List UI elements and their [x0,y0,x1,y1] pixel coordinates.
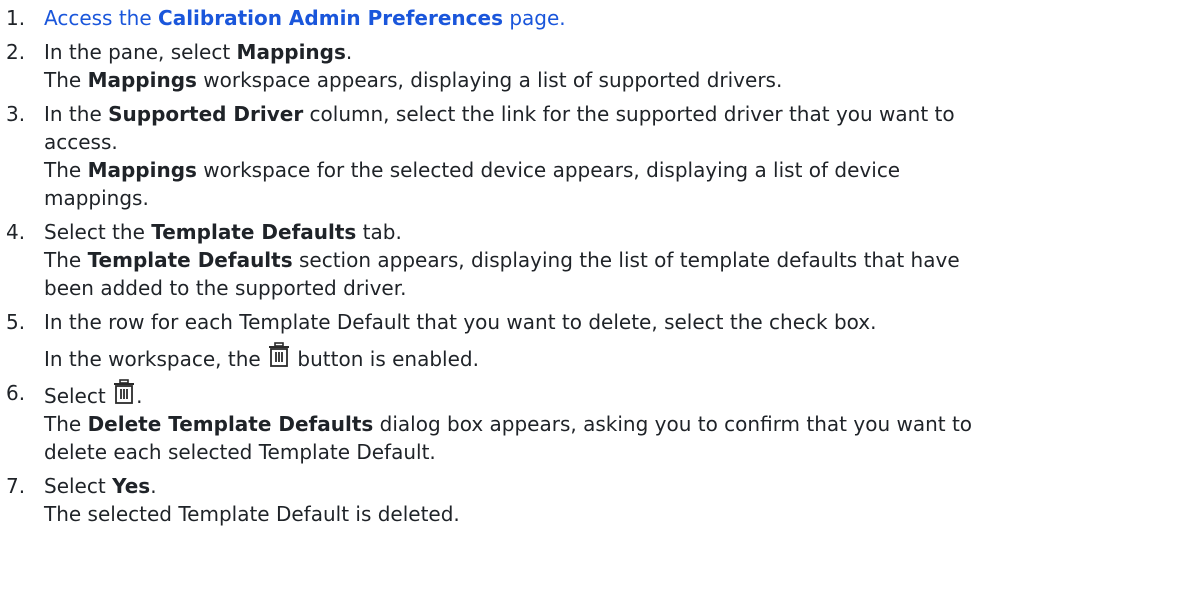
result-text: workspace for the selected device appear… [196,158,901,182]
step-result: The Template Defaults section appears, d… [44,246,1177,274]
step-action: Select . [44,379,1177,410]
result-text: The [44,248,88,272]
ui-term: Mappings [87,158,197,182]
step-result: The selected Template Default is deleted… [44,502,460,526]
step-text: Select [44,384,113,408]
step-action: Select Yes. [44,472,1177,500]
result-text: button is enabled. [291,347,479,371]
step-text: . [345,40,353,64]
step-result: In the workspace, the button is enabled. [44,342,1177,373]
ui-term: Mappings [87,68,197,92]
ui-term: Template Defaults [151,220,357,244]
result-text: workspace appears, displaying a list of … [196,68,783,92]
result-text: The [44,158,88,182]
calibration-admin-preferences-link[interactable]: Access the Calibration Admin Preferences… [44,6,566,30]
step-result-cont: delete each selected Template Default. [44,440,436,464]
step-result: The Delete Template Defaults dialog box … [44,410,1177,438]
step-number: 4. [6,220,26,244]
step-text: . [136,384,143,408]
step-action: In the Supported Driver column, select t… [44,100,1177,128]
result-text: dialog box appears, asking you to confir… [373,412,973,436]
step-number: 5. [6,310,26,334]
step-number: 6. [6,381,26,405]
result-text: section appears, displaying the list of … [292,248,960,272]
step-text: In the pane, select [44,40,237,64]
link-prefix: Access the [44,6,159,30]
link-suffix: page. [502,6,566,30]
ui-term: Mappings [236,40,346,64]
step-text: column, select the link for the supporte… [303,102,955,126]
step-text: . [150,474,157,498]
ui-term: Template Defaults [87,248,293,272]
step-result: The Mappings workspace for the selected … [44,156,1177,184]
result-text: In the workspace, the [44,347,268,371]
step-text: In the [44,102,109,126]
step-result: The Mappings workspace appears, displayi… [44,66,1177,94]
step-number: 2. [6,40,26,64]
step-1: 1. Access the Calibration Admin Preferen… [0,4,1189,32]
step-text: Select the [44,220,152,244]
step-6: 6. Select . The Delete Template Defaults… [0,379,1189,466]
step-text: tab. [356,220,402,244]
step-3: 3. In the Supported Driver column, selec… [0,100,1189,212]
step-action: In the row for each Template Default tha… [44,310,877,334]
step-number: 3. [6,102,26,126]
step-2: 2. In the pane, select Mappings. The Map… [0,38,1189,94]
step-text: Select [44,474,113,498]
ui-term: Yes [112,474,151,498]
trash-icon [268,342,290,368]
step-action: In the pane, select Mappings. [44,38,1177,66]
step-result-cont: mappings. [44,186,149,210]
link-bold-text: Calibration Admin Preferences [158,6,503,30]
procedure-steps: 1. Access the Calibration Admin Preferen… [0,0,1189,528]
ui-term: Delete Template Defaults [87,412,374,436]
step-5: 5. In the row for each Template Default … [0,308,1189,373]
step-number: 7. [6,474,26,498]
result-text: The [44,412,88,436]
step-number: 1. [6,6,26,30]
ui-term: Supported Driver [108,102,304,126]
step-action: Select the Template Defaults tab. [44,218,1177,246]
step-action-cont: access. [44,130,118,154]
trash-icon [113,379,135,405]
result-text: The [44,68,88,92]
step-7: 7. Select Yes. The selected Template Def… [0,472,1189,528]
step-result-cont: been added to the supported driver. [44,276,407,300]
step-4: 4. Select the Template Defaults tab. The… [0,218,1189,302]
